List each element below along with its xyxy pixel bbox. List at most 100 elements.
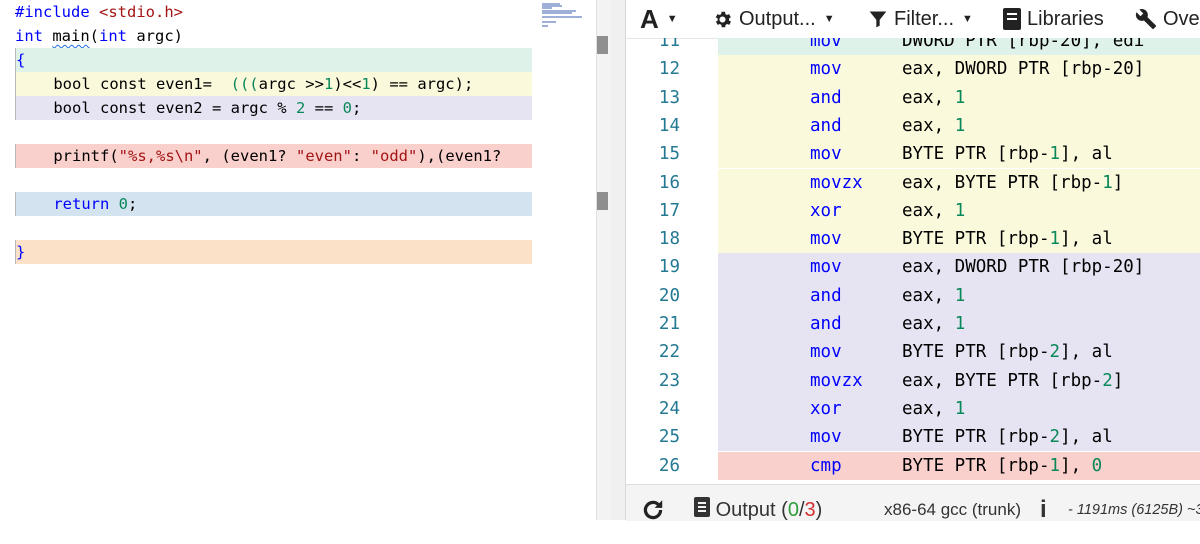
source-editor[interactable]: #include <stdio.h> int main(int argc){ bo… [0, 0, 596, 520]
asm-line[interactable]: 25 mov BYTE PTR [rbp-2], al [626, 423, 1200, 452]
asm-operand-token: eax, BYTE PTR [rbp- [902, 370, 1103, 391]
asm-line-number: 20 [658, 285, 680, 306]
asm-opcode: mov [810, 342, 842, 363]
book-icon [1003, 8, 1021, 30]
source-line[interactable]: return 0; [15, 192, 532, 216]
asm-operand-token: eax, [902, 285, 955, 306]
code-token: argc >> [258, 75, 324, 93]
source-line[interactable]: } [15, 240, 532, 264]
asm-opcode: xor [810, 200, 842, 221]
compile-timing: - 1191ms (6125B) ~3 [1068, 502, 1200, 518]
asm-opcode: and [810, 314, 842, 334]
asm-operand-token: ], al [1060, 144, 1113, 165]
output-button[interactable]: Output... ▼ [712, 3, 835, 35]
code-token: 0 [118, 195, 128, 213]
code-token: ; [128, 195, 138, 213]
filter-button[interactable]: Filter... ▼ [868, 3, 973, 35]
asm-line[interactable]: 24 xor eax, 1 [626, 394, 1200, 424]
asm-line-number: 16 [658, 172, 680, 193]
asm-line[interactable]: 11 mov DWORD PTR [rbp-20], edi [626, 38, 1200, 56]
overrides-button[interactable]: Ove [1135, 3, 1200, 35]
asm-operand-token: 0 [1091, 455, 1103, 476]
editor-scrollbar[interactable] [596, 0, 611, 520]
source-line[interactable]: bool const even1= (((argc >>1)<<1) == ar… [15, 72, 532, 96]
minimap-row [542, 20, 556, 23]
output-status-label: Output [715, 499, 776, 521]
source-line[interactable]: printf("%s,%s\n", (even1? "even": "odd")… [15, 144, 532, 168]
asm-line-number: 25 [658, 427, 680, 448]
asm-line[interactable]: 22 mov BYTE PTR [rbp-2], al [626, 338, 1200, 367]
asm-line-number: 15 [658, 144, 680, 165]
asm-operand-token: 2 [1102, 370, 1113, 391]
code-token: bool const even2 = argc % [16, 99, 296, 117]
asm-operand-token: 1 [1049, 455, 1061, 476]
scrollbar-thumb[interactable] [597, 36, 608, 54]
gear-icon [712, 9, 733, 30]
asm-line[interactable]: 19 mov eax, DWORD PTR [rbp-20] [626, 253, 1200, 282]
asm-line[interactable]: 23 movzx eax, BYTE PTR [rbp-2] [626, 366, 1200, 395]
source-line[interactable]: bool const even2 = argc % 2 == 0; [15, 96, 532, 120]
refresh-button[interactable] [640, 485, 666, 521]
asm-opcode: mov [810, 229, 842, 250]
compiler-status-bar: Output (0/3) x86-64 gcc (trunk) i - 1191… [626, 484, 1200, 523]
source-line[interactable]: int main(int argc) [15, 24, 531, 48]
output-status-button[interactable]: Output (0/3) [694, 485, 822, 521]
asm-line[interactable]: 16 movzx eax, BYTE PTR [rbp-1] [626, 168, 1200, 197]
asm-line[interactable]: 14 and eax, 1 [626, 111, 1200, 141]
source-line[interactable] [15, 216, 531, 240]
filter-icon [868, 9, 888, 29]
code-token: == [305, 99, 343, 117]
asm-operands: eax, 1 [902, 197, 965, 225]
code-token: main [52, 27, 90, 45]
asm-line[interactable]: 21 and eax, 1 [626, 310, 1200, 339]
document-icon [694, 486, 710, 536]
asm-line-number: 11 [658, 38, 680, 51]
asm-operand-token: eax, [902, 87, 955, 108]
asm-operands: eax, 1 [902, 395, 965, 423]
code-token: int [15, 27, 53, 45]
asm-opcode: movzx [810, 370, 863, 391]
minimap-row [542, 25, 548, 27]
info-icon[interactable]: i [1040, 485, 1047, 523]
asm-line[interactable]: 13 and eax, 1 [626, 83, 1200, 112]
asm-line[interactable]: 20 and eax, 1 [626, 281, 1200, 310]
code-token: printf( [16, 147, 119, 165]
asm-operand-token: eax, DWORD PTR [rbp-20] [902, 257, 1145, 278]
asm-operand-token: 2 [1049, 342, 1061, 363]
asm-operand-token: eax, [902, 314, 955, 334]
code-token: return [16, 195, 119, 213]
wrench-icon [1135, 8, 1157, 30]
editor-minimap[interactable] [538, 0, 596, 520]
assembly-code-area[interactable]: 11 mov DWORD PTR [rbp-20], edi 12 mov eax, DW… [626, 38, 1200, 484]
asm-operand-token: ], al [1060, 342, 1113, 363]
output-total-count: 3 [804, 499, 816, 521]
asm-opcode: mov [810, 257, 842, 278]
source-line[interactable] [15, 168, 531, 192]
code-token: bool const even1= [16, 75, 231, 93]
minimap-row [542, 16, 582, 19]
asm-line[interactable]: 17 xor eax, 1 [626, 196, 1200, 226]
source-line[interactable]: #include <stdio.h> [15, 0, 531, 24]
code-token: 1 [323, 75, 334, 93]
asm-operand-token: 1 [954, 115, 966, 136]
asm-operands: DWORD PTR [rbp-20], edi [902, 38, 1144, 55]
asm-line[interactable]: 15 mov BYTE PTR [rbp-1], al [626, 140, 1200, 169]
code-token: , (even1? [202, 147, 296, 165]
source-line[interactable]: { [15, 48, 532, 72]
asm-line-number: 12 [658, 59, 680, 80]
asm-operand-token: 1 [954, 398, 966, 419]
asm-line[interactable]: 12 mov eax, DWORD PTR [rbp-20] [626, 55, 1200, 84]
font-size-button[interactable]: A ▼ [640, 3, 678, 35]
source-line[interactable] [15, 120, 531, 144]
pane-splitter[interactable] [611, 0, 626, 520]
asm-line[interactable]: 18 mov BYTE PTR [rbp-1], al [626, 225, 1200, 254]
asm-opcode: mov [810, 144, 842, 165]
libraries-button[interactable]: Libraries [1003, 3, 1104, 35]
asm-line-number: 23 [658, 370, 680, 391]
output-close-paren: ) [815, 499, 823, 521]
asm-operands: eax, DWORD PTR [rbp-20] [902, 253, 1144, 281]
asm-operand-token: 1 [1049, 229, 1061, 250]
asm-line[interactable]: 26 cmp BYTE PTR [rbp-1], 0 [626, 451, 1200, 480]
asm-opcode: movzx [810, 172, 863, 193]
asm-operand-token: eax, [902, 200, 955, 221]
